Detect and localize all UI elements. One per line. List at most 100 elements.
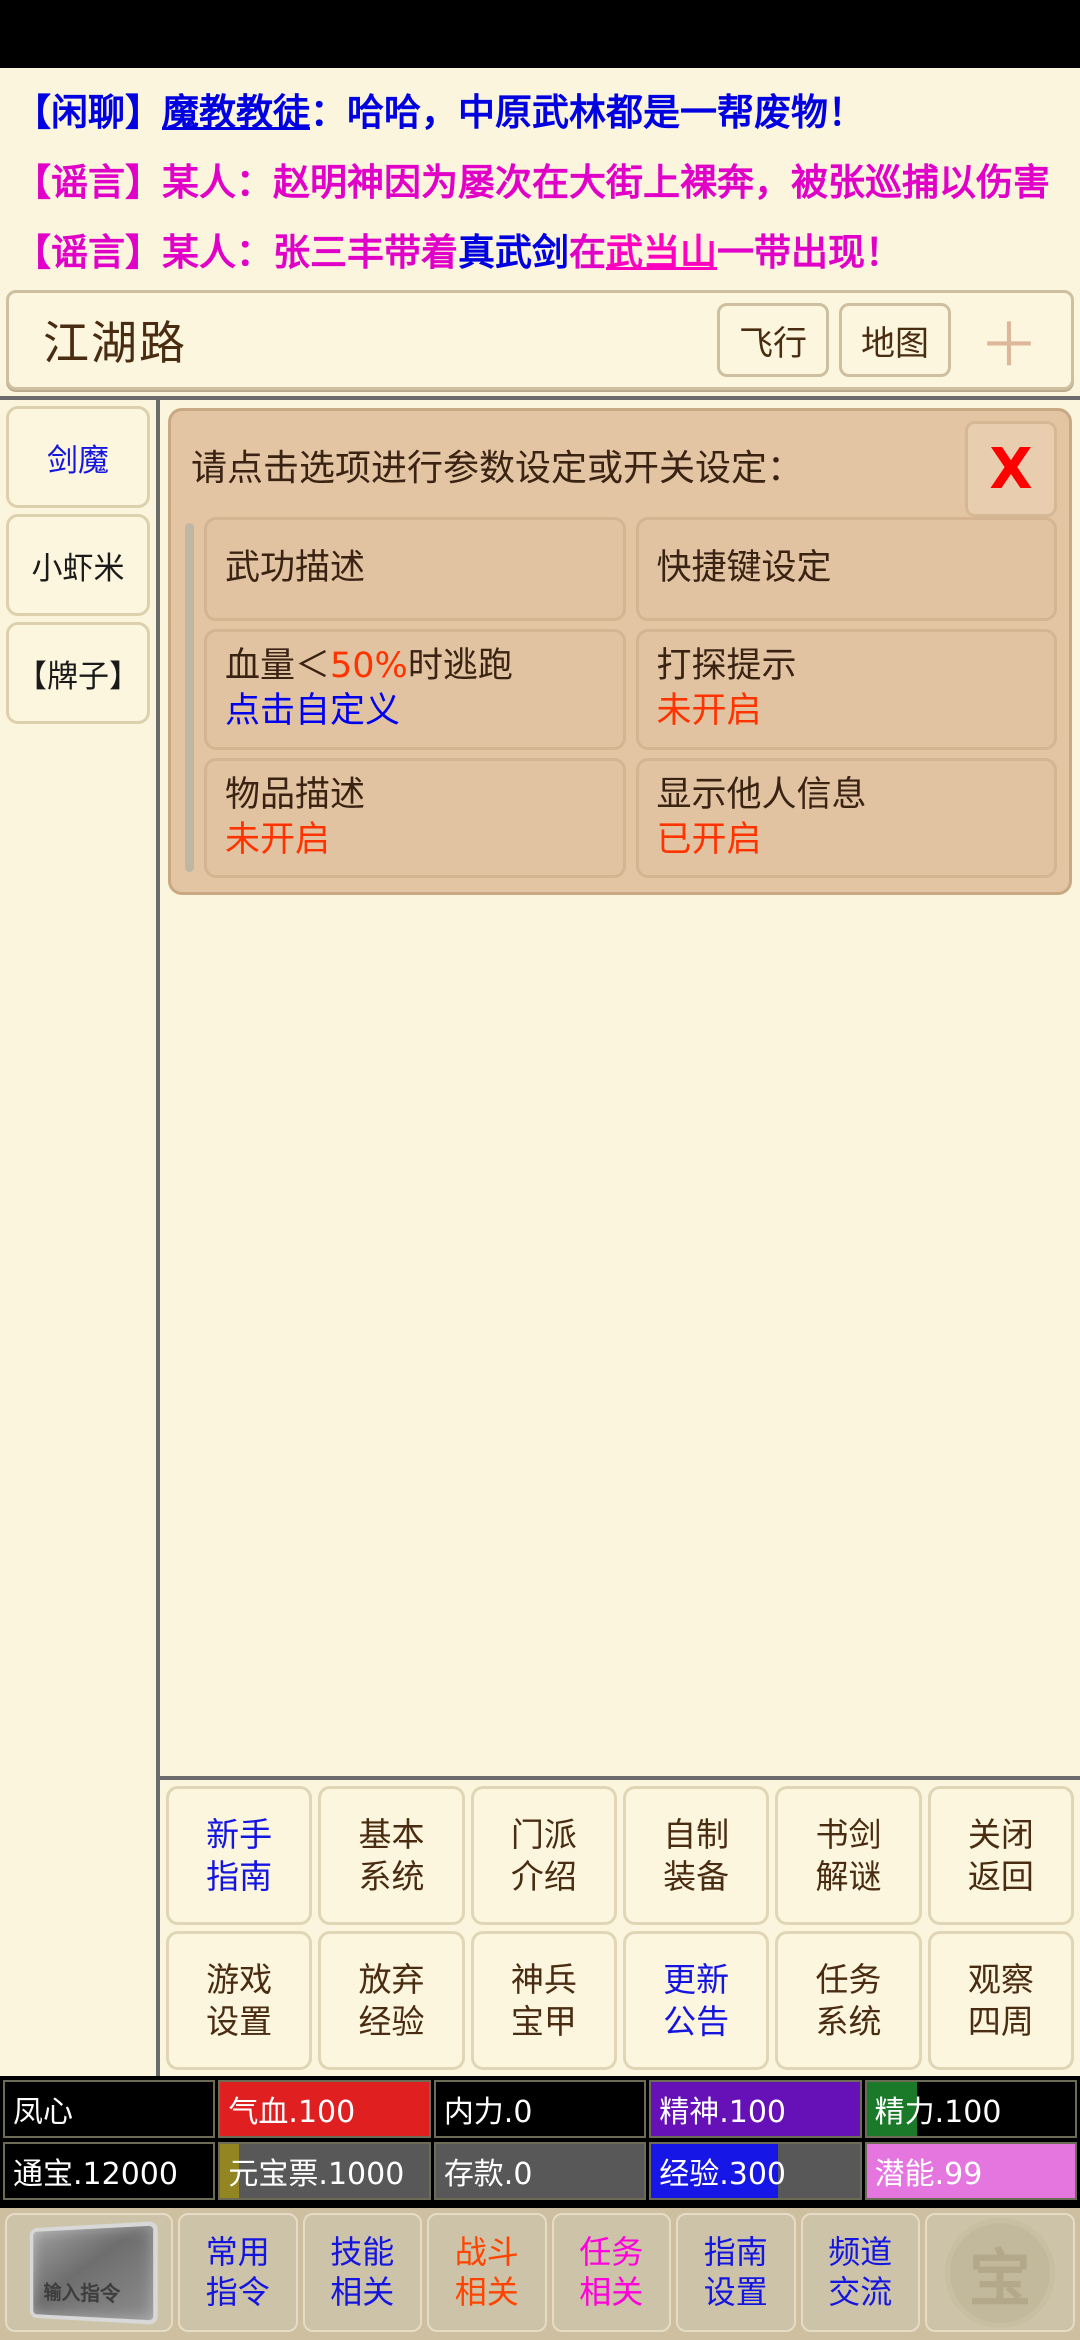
sidebar-item-sign[interactable]: 【牌子】 [6,622,150,724]
entity-sidebar: 剑魔 小虾米 【牌子】 [0,400,160,2076]
chat-segment: 【谣言】某人：赵明神因为屡次在大街上裸奔，被张巡捕以伤害 [14,161,1050,204]
setting-label-post: 时逃跑 [407,646,513,686]
help-menu-item[interactable]: 基本 系统 [318,1786,465,1925]
help-menu-item-line1: 自制 [663,1815,730,1855]
toolbar-button[interactable]: 战斗 相关 [427,2213,547,2332]
settings-dialog-header: 请点击选项进行参数设定或开关设定： X [183,421,1057,517]
help-menu-item-line2: 经验 [358,2001,425,2041]
help-menu-item[interactable]: 游戏 设置 [166,1931,313,2070]
setting-option-flee-hp[interactable]: 血量＜50%时逃跑 点击自定义 [204,629,626,750]
setting-option-show-others[interactable]: 显示他人信息 已开启 [635,757,1057,879]
help-menu-item-line1: 任务 [815,1960,882,2000]
scrollbar-track[interactable] [185,523,194,873]
sidebar-item-npc[interactable]: 剑魔 [6,406,150,508]
help-menu-item-line1: 新手 [206,1815,273,1855]
toolbar-button-line2: 交流 [828,2272,893,2311]
stats-row-currency: 通宝.12000 元宝票.1000 存款.0 经验.300 潜能.99 [0,2140,1080,2202]
setting-option-item-desc[interactable]: 物品描述 未开启 [204,757,626,879]
toolbar-button-line2: 指令 [205,2272,270,2311]
help-menu-item[interactable]: 新手 指南 [166,1786,313,1925]
stats-row-vitals: 凤心 气血.100 内力.0 精神.100 精力.100 [0,2078,1080,2140]
command-input-button[interactable]: 输入指令 [5,2213,173,2332]
stat-label: 经验.300 [659,2157,787,2192]
setting-option-hotkey[interactable]: 快捷键设定 [635,517,1057,621]
help-menu-item-line1: 基本 [358,1815,425,1855]
toolbar-button[interactable]: 技能 相关 [302,2213,422,2332]
stat-cell[interactable]: 气血.100 [218,2080,431,2138]
stat-cell[interactable]: 元宝票.1000 [218,2142,431,2200]
toolbar-button-line1: 频道 [828,2233,893,2272]
toolbar-button-line1: 常用 [205,2233,270,2272]
help-menu-item-line1: 门派 [510,1815,577,1855]
toolbar-button[interactable]: 任务 相关 [551,2213,671,2332]
map-button[interactable]: 地图 [839,303,951,377]
toolbar-button-line2: 相关 [454,2272,519,2311]
setting-value: 未开启 [656,691,762,732]
player-stats-bar: 凤心 气血.100 内力.0 精神.100 精力.100 通宝.12000 元宝票.100… [0,2076,1080,2208]
chat-log[interactable]: 【闲聊】魔教教徒：哈哈，中原武林都是一帮废物！ 【谣言】某人：赵明神因为屡次在大… [0,68,1080,290]
setting-label-pre: 血量＜ [225,646,331,686]
stat-cell[interactable]: 经验.300 [649,2142,862,2200]
chat-line[interactable]: 【谣言】某人：张三丰带着真武剑在武当山一带出现！ [14,218,1066,288]
main-column: 请点击选项进行参数设定或开关设定： X 武功描述 快捷键设定 血量＜50%时逃跑… [160,400,1080,2076]
chat-segment: ：哈哈，中原武林都是一帮废物！ [310,91,865,134]
stat-label: 潜能.99 [874,2157,983,2192]
help-menu-item[interactable]: 放弃 经验 [318,1931,465,2070]
help-menu-item-line1: 书剑 [815,1815,882,1855]
settings-dialog: 请点击选项进行参数设定或开关设定： X 武功描述 快捷键设定 血量＜50%时逃跑… [168,408,1072,896]
help-menu-item[interactable]: 关闭 返回 [927,1786,1074,1925]
help-menu-item[interactable]: 神兵 宝甲 [470,1931,617,2070]
stat-label: 气血.100 [228,2095,356,2130]
stat-cell[interactable]: 精力.100 [864,2080,1078,2138]
toolbar-button[interactable]: 频道 交流 [800,2213,920,2332]
close-icon[interactable]: X [965,421,1057,517]
chat-segment[interactable]: 魔教教徒 [162,91,310,134]
help-menu-item[interactable]: 书剑 解谜 [775,1786,922,1925]
setting-option-scout-hint[interactable]: 打探提示 未开启 [635,629,1057,750]
toolbar-button-line2: 相关 [579,2272,644,2311]
help-menu-item-line2: 系统 [815,2001,882,2041]
setting-option-wugong[interactable]: 武功描述 [204,517,626,621]
help-menu-item[interactable]: 自制 装备 [622,1786,770,1925]
setting-label: 物品描述 [225,774,366,815]
chat-line[interactable]: 【闲聊】魔教教徒：哈哈，中原武林都是一帮废物！ [14,78,1066,148]
help-menu-item-line2: 四周 [967,2001,1034,2041]
sidebar-item-player[interactable]: 小虾米 [6,514,150,616]
stat-label: 通宝.12000 [13,2157,178,2192]
stat-label: 内力.0 [443,2095,533,2130]
stat-label: 存款.0 [443,2157,533,2192]
setting-value: 未开启 [225,819,331,860]
toolbar-button[interactable]: 常用 指令 [178,2213,298,2332]
stat-cell[interactable]: 通宝.12000 [3,2142,216,2200]
stat-cell[interactable]: 存款.0 [433,2142,647,2200]
setting-label: 显示他人信息 [656,774,867,815]
help-menu-item-line2: 返回 [967,1856,1034,1896]
help-menu-item-line2: 设置 [206,2001,273,2041]
add-icon[interactable]: ＋ [961,303,1057,381]
stat-label: 凤心 [13,2095,73,2130]
fly-button[interactable]: 飞行 [717,303,829,377]
chat-segment[interactable]: 武当山 [606,231,717,274]
help-menu-item-line1: 观察 [967,1960,1034,2000]
stat-cell[interactable]: 凤心 [3,2080,216,2138]
toolbar-button-line2: 设置 [703,2272,768,2311]
stat-cell[interactable]: 精神.100 [649,2080,862,2138]
main-body: 剑魔 小虾米 【牌子】 请点击选项进行参数设定或开关设定： X 武功描述 快捷键… [0,396,1080,2076]
main-scroll-area[interactable]: 请点击选项进行参数设定或开关设定： X 武功描述 快捷键设定 血量＜50%时逃跑… [160,400,1080,1776]
help-menu-item-line1: 更新 [663,1960,730,2000]
setting-value: 已开启 [656,819,762,860]
chat-segment: 【闲聊】 [14,91,162,134]
help-menu-item[interactable]: 门派 介绍 [470,1786,617,1925]
help-menu-item[interactable]: 更新 公告 [622,1931,770,2070]
chat-line[interactable]: 【谣言】某人：赵明神因为屡次在大街上裸奔，被张巡捕以伤害 [14,148,1066,218]
setting-label: 武功描述 [225,548,366,589]
toolbar-button-line1: 指南 [703,2233,768,2272]
help-menu-item[interactable]: 观察 四周 [927,1931,1074,2070]
toolbar-button[interactable]: 指南 设置 [676,2213,796,2332]
chat-segment: 【谣言】某人：张三丰带着 [14,231,458,274]
help-menu-item[interactable]: 任务 系统 [775,1931,922,2070]
seal-button[interactable]: 宝 [925,2213,1075,2332]
stat-cell[interactable]: 潜能.99 [864,2142,1078,2200]
help-menu-item-line2: 解谜 [815,1856,882,1896]
stat-cell[interactable]: 内力.0 [433,2080,647,2138]
